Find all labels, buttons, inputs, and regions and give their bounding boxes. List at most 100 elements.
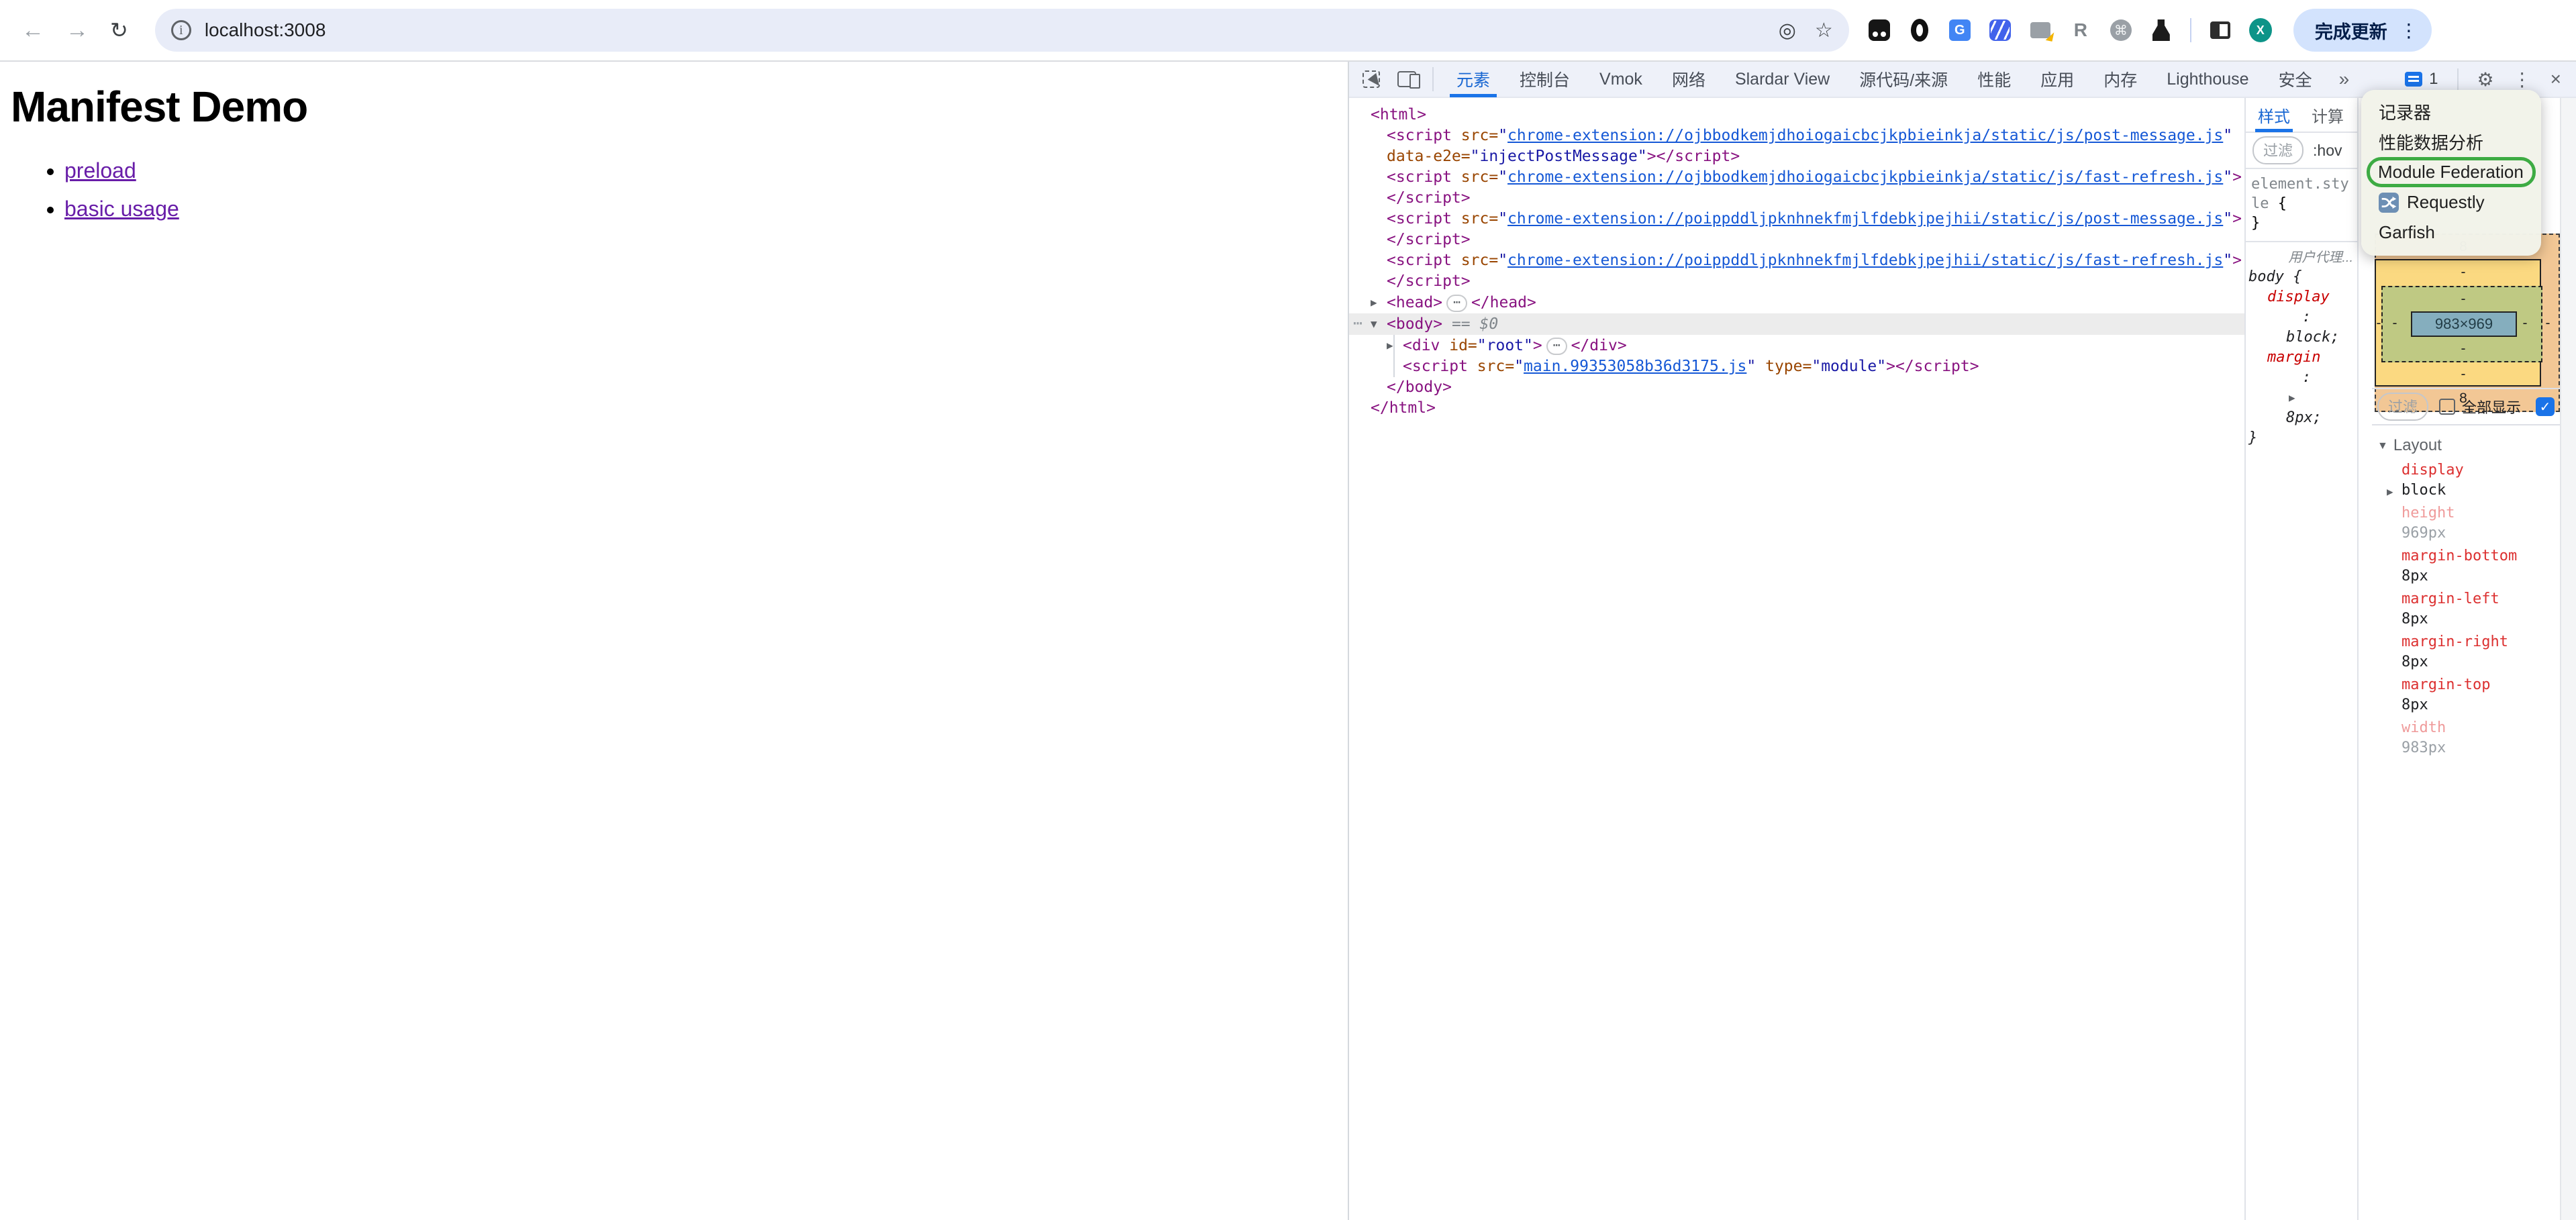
scrollbar[interactable]	[2560, 98, 2576, 1220]
devtools-tabs: 元素控制台Vmok网络Slardar View源代码/来源性能应用内存Light…	[1442, 61, 2327, 97]
resource-link[interactable]: chrome-extension://ojbbodkemjdhoiogaicbc…	[1507, 168, 2223, 186]
sidebar-tab-样式[interactable]: 样式	[2258, 97, 2290, 132]
box-model-content[interactable]: 983×969	[2411, 311, 2517, 337]
dom-tree-row[interactable]: <script src="chrome-extension://ojbbodke…	[1349, 167, 2244, 188]
styles-filter-input[interactable]: 过滤	[2252, 136, 2303, 164]
hov-toggle[interactable]: :hov	[2313, 142, 2342, 160]
preview-icon[interactable]: ◎	[1779, 19, 1796, 42]
devtools-tab-源代码/来源[interactable]: 源代码/来源	[1844, 61, 1963, 97]
resource-link[interactable]: chrome-extension://poippddljpknhnekfmjlf…	[1507, 252, 2223, 269]
dropdown-item-性能数据分析[interactable]: 性能数据分析	[2361, 127, 2541, 157]
oval-extension-icon[interactable]	[1908, 19, 1931, 42]
dom-tree-row[interactable]: ⋯▼<body> == $0	[1349, 313, 2244, 335]
style-rule-line: block;	[2248, 327, 2357, 348]
dots-extension-icon[interactable]	[1868, 19, 1891, 42]
devtools-tab-安全[interactable]: 安全	[2264, 61, 2327, 97]
computed-property[interactable]: margin-top8px	[2372, 675, 2560, 715]
page-link-preload[interactable]: preload	[64, 158, 136, 183]
browser-menu-icon[interactable]: ⋮	[2399, 19, 2418, 42]
computed-filter-input[interactable]: 过滤	[2377, 393, 2428, 421]
computed-property[interactable]: margin-right8px	[2372, 632, 2560, 672]
devtools-tab-应用[interactable]: 应用	[2026, 61, 2089, 97]
computed-property[interactable]: width983px	[2372, 718, 2560, 758]
dropdown-item-Garfish[interactable]: Garfish	[2361, 217, 2541, 248]
close-devtools-icon[interactable]: ×	[2550, 68, 2561, 90]
resource-link[interactable]: main.99353058b36d3175.js	[1524, 358, 1746, 375]
style-rule-line: }	[2248, 428, 2357, 448]
reload-icon[interactable]: ↻	[110, 17, 128, 43]
dom-tree-row[interactable]: <script src="chrome-extension://ojbbodke…	[1349, 125, 2244, 146]
code-token: </body>	[1387, 378, 1452, 396]
row-ellipsis-gutter[interactable]: ⋯	[1353, 313, 1361, 334]
body-style-rule[interactable]: body {display:block;margin:▶8px;}	[2246, 266, 2357, 454]
devtools-menu-icon[interactable]: ⋮	[2513, 68, 2532, 91]
expander-closed-icon[interactable]: ▶	[1387, 335, 1403, 356]
flask-extension-icon[interactable]	[2150, 19, 2173, 42]
printer-extension-icon[interactable]	[2029, 19, 2052, 42]
forward-icon[interactable]: →	[66, 17, 89, 44]
url-text[interactable]: localhost:3008	[205, 19, 1760, 41]
inspect-element-icon[interactable]	[1363, 70, 1380, 88]
resource-link[interactable]: chrome-extension://poippddljpknhnekfmjlf…	[1507, 210, 2223, 227]
element-style-rule[interactable]: element.style {}	[2246, 169, 2357, 242]
collapsed-content-icon[interactable]: ⋯	[1546, 338, 1567, 355]
dropdown-item-记录器[interactable]: 记录器	[2361, 97, 2541, 127]
sidebar-tab-计算[interactable]: 计算	[2312, 97, 2344, 132]
dom-tree-row[interactable]: data-e2e="injectPostMessage"></script>	[1349, 146, 2244, 167]
show-all-checkbox[interactable]	[2439, 399, 2455, 415]
dropdown-item-Module-Federation[interactable]: Module Federation	[2367, 157, 2536, 187]
computed-property[interactable]: displayblock▶	[2372, 460, 2560, 501]
expander-open-icon[interactable]: ▼	[1371, 313, 1387, 334]
dom-tree-row[interactable]: </script>	[1349, 188, 2244, 209]
collapsed-content-icon[interactable]: ⋯	[1446, 295, 1467, 312]
device-toolbar-icon[interactable]	[1397, 71, 1416, 87]
dropdown-item-Requestly[interactable]: Requestly	[2361, 187, 2541, 217]
indent-guide	[1393, 356, 1395, 377]
dom-tree-row[interactable]: ▶<div id="root">⋯</div>	[1349, 335, 2244, 356]
dom-tree-row[interactable]: </script>	[1349, 271, 2244, 292]
translate-extension-icon[interactable]: G	[1948, 19, 1971, 42]
dom-tree-row[interactable]: <script src="main.99353058b36d3175.js" t…	[1349, 356, 2244, 377]
expander-closed-icon[interactable]: ▶	[2387, 482, 2393, 502]
resource-link[interactable]: chrome-extension://ojbbodkemjdhoiogaicbc…	[1507, 127, 2223, 144]
issues-counter[interactable]: 1	[2405, 70, 2438, 89]
dom-tree-row[interactable]: ▶<head>⋯</head>	[1349, 292, 2244, 313]
back-icon[interactable]: ←	[21, 17, 44, 44]
dom-tree-row[interactable]: </script>	[1349, 230, 2244, 250]
dom-tree-row[interactable]: <script src="chrome-extension://poippddl…	[1349, 250, 2244, 271]
devtools-tab-Lighthouse[interactable]: Lighthouse	[2152, 61, 2263, 97]
page-link-basic-usage[interactable]: basic usage	[64, 197, 179, 221]
url-bar[interactable]: i localhost:3008 ◎ ☆	[155, 9, 1849, 52]
dom-tree-row[interactable]: </body>	[1349, 377, 2244, 398]
computed-property[interactable]: height969px	[2372, 503, 2560, 544]
box-model-diagram[interactable]: 983×969 8 - - - - 8 - - - -	[2372, 234, 2560, 412]
devtools-tab-元素[interactable]: 元素	[1442, 61, 1505, 97]
computed-property[interactable]: margin-bottom8px	[2372, 546, 2560, 587]
r-extension-icon[interactable]: R	[2069, 19, 2092, 42]
devtools-tab-性能[interactable]: 性能	[1963, 61, 2026, 97]
computed-property-name: display	[2372, 460, 2560, 480]
computed-filter-row: 过滤 全部显示 ✓	[2372, 388, 2560, 425]
more-tabs-icon[interactable]: »	[2327, 68, 2362, 90]
layout-section-header[interactable]: ▼Layout	[2377, 436, 2442, 455]
devtools-tab-Vmok[interactable]: Vmok	[1585, 61, 1657, 97]
striped-extension-icon[interactable]	[1989, 19, 2012, 42]
devtools-tab-网络[interactable]: 网络	[1657, 61, 1720, 97]
side-panel-icon[interactable]	[2209, 19, 2232, 42]
settings-gear-icon[interactable]: ⚙	[2477, 68, 2494, 91]
computed-property[interactable]: margin-left8px	[2372, 589, 2560, 629]
devtools-tab-控制台[interactable]: 控制台	[1505, 61, 1585, 97]
bookmark-star-icon[interactable]: ☆	[1815, 19, 1833, 42]
site-info-icon[interactable]: i	[171, 20, 191, 40]
devtools-tab-Slardar View[interactable]: Slardar View	[1720, 61, 1844, 97]
devtools-tab-内存[interactable]: 内存	[2089, 61, 2152, 97]
checked-checkbox[interactable]: ✓	[2536, 397, 2555, 416]
expander-closed-icon[interactable]: ▶	[1371, 292, 1387, 313]
profile-avatar[interactable]: X	[2249, 19, 2272, 42]
code-token: >	[2232, 252, 2242, 269]
update-chrome-button[interactable]: 完成更新 ⋮	[2293, 9, 2432, 52]
dom-tree-row[interactable]: <script src="chrome-extension://poippddl…	[1349, 209, 2244, 230]
dom-tree-row[interactable]: <html>	[1349, 105, 2244, 125]
dom-tree-row[interactable]: </html>	[1349, 398, 2244, 419]
command-extension-icon[interactable]: ⌘	[2110, 19, 2132, 42]
